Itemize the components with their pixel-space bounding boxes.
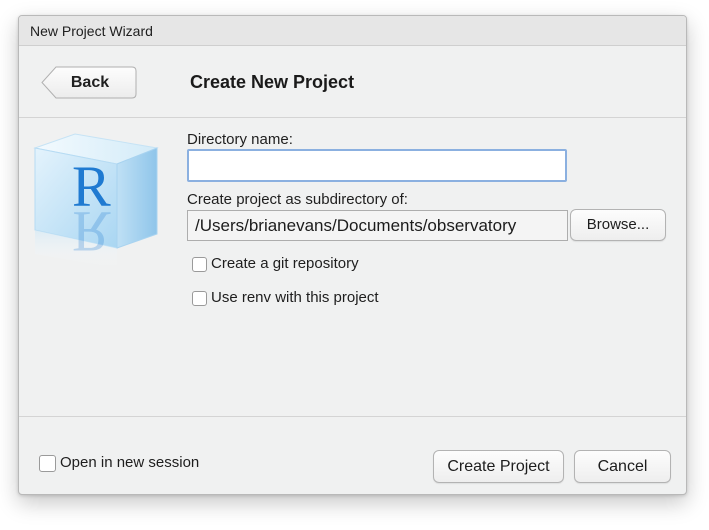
open-new-session-label: Open in new session xyxy=(60,454,200,471)
new-project-dialog: New Project Wizard Back Create New Proje… xyxy=(18,15,687,495)
directory-name-label: Directory name: xyxy=(187,131,293,148)
renv-label: Use renv with this project xyxy=(211,289,379,306)
open-new-session-checkbox[interactable] xyxy=(39,455,56,472)
directory-name-input[interactable] xyxy=(187,149,567,182)
back-button-label: Back xyxy=(70,74,110,91)
create-project-button[interactable]: Create Project xyxy=(433,450,564,483)
window-title: New Project Wizard xyxy=(30,23,153,39)
cancel-button[interactable]: Cancel xyxy=(574,450,671,483)
renv-checkbox[interactable] xyxy=(192,291,207,306)
git-repository-checkbox[interactable] xyxy=(192,257,207,272)
git-repository-label: Create a git repository xyxy=(211,255,359,272)
r-project-logo-icon: R R xyxy=(33,133,159,268)
subdirectory-label: Create project as subdirectory of: xyxy=(187,191,408,208)
browse-button[interactable]: Browse... xyxy=(570,209,666,241)
page-title: Create New Project xyxy=(190,72,355,92)
back-button[interactable]: Back xyxy=(41,66,137,99)
subdirectory-path-field: /Users/brianevans/Documents/observatory xyxy=(187,210,568,241)
header-divider xyxy=(19,117,686,118)
svg-text:R: R xyxy=(72,199,111,264)
footer-divider xyxy=(19,416,686,417)
title-bar[interactable]: New Project Wizard xyxy=(19,16,686,46)
